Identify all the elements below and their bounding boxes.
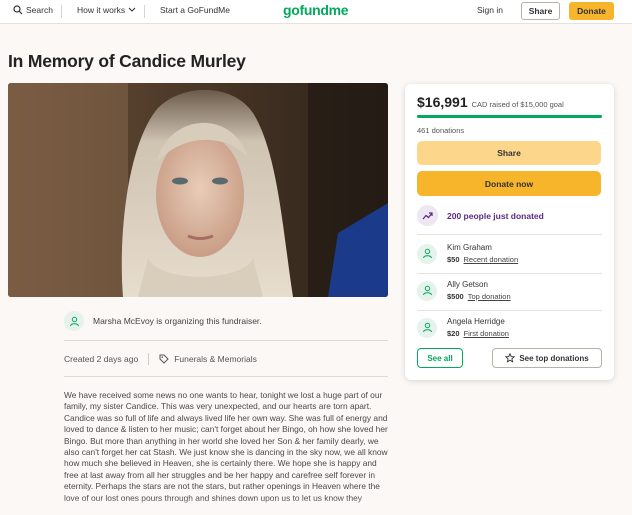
donations-count: 461 donations	[417, 126, 465, 135]
donor-icon	[417, 317, 437, 338]
goal-text: CAD raised of $15,000 goal	[471, 100, 564, 109]
donor-icon	[417, 243, 437, 264]
donor-item: Kim Graham $50 Recent donation	[417, 243, 518, 264]
campaign-meta: Created 2 days ago Funerals & Memorials	[64, 353, 257, 365]
donor-item: Angela Herridge $20 First donation	[417, 317, 509, 338]
divider	[417, 310, 602, 311]
category-link[interactable]: Funerals & Memorials	[159, 354, 257, 364]
how-it-works-label: How it works	[77, 5, 126, 15]
chevron-down-icon	[128, 7, 136, 12]
donor-tag[interactable]: Recent donation	[464, 255, 519, 264]
organizer-text: Marsha McEvoy is organizing this fundrai…	[93, 316, 262, 326]
search-link[interactable]: Search	[13, 5, 53, 15]
donation-card: $16,991 CAD raised of $15,000 goal 461 d…	[405, 84, 614, 380]
nav-share-button[interactable]: Share	[521, 2, 560, 20]
category-label: Funerals & Memorials	[174, 354, 257, 364]
how-it-works-menu[interactable]: How it works	[77, 5, 136, 15]
divider	[64, 340, 388, 341]
story-fade	[0, 498, 632, 515]
trending-up-icon	[417, 205, 438, 226]
donor-amount: $50	[447, 255, 460, 264]
see-top-label: See top donations	[519, 353, 589, 363]
gofundme-logo[interactable]: gofundme	[283, 2, 349, 18]
trending-text: 200 people just donated	[447, 210, 544, 221]
campaign-story: We have received some news no one wants …	[64, 390, 388, 503]
donor-tag[interactable]: First donation	[464, 329, 509, 338]
donor-amount: $500	[447, 292, 464, 301]
share-button[interactable]: Share	[417, 141, 601, 165]
sign-in-link[interactable]: Sign in	[477, 5, 503, 15]
progress-fill	[417, 115, 602, 118]
nav-divider	[61, 5, 62, 18]
sign-in-label: Sign in	[477, 5, 503, 15]
tag-icon	[159, 354, 169, 364]
organizer-icon	[64, 311, 84, 331]
donor-name: Ally Getson	[447, 280, 488, 289]
donor-item: Ally Getson $500 Top donation	[417, 280, 511, 301]
donor-icon	[417, 280, 437, 301]
raised-summary: $16,991 CAD raised of $15,000 goal	[417, 94, 564, 110]
page-title: In Memory of Candice Murley	[8, 51, 246, 71]
donor-amount: $20	[447, 329, 460, 338]
progress-bar	[417, 115, 602, 118]
trending-row: 200 people just donated	[417, 205, 544, 226]
divider	[417, 273, 602, 274]
divider	[417, 234, 602, 235]
nav-divider	[144, 5, 145, 18]
nav-donate-button[interactable]: Donate	[569, 2, 614, 20]
meta-divider	[148, 353, 150, 365]
start-label: Start a GoFundMe	[160, 5, 230, 15]
top-nav: Search How it works Start a GoFundMe gof…	[0, 0, 632, 24]
created-date: Created 2 days ago	[64, 354, 139, 364]
donor-name: Kim Graham	[447, 243, 492, 252]
divider	[64, 376, 388, 377]
see-all-button[interactable]: See all	[417, 348, 463, 368]
donor-tag[interactable]: Top donation	[468, 292, 511, 301]
raised-amount: $16,991	[417, 94, 468, 110]
see-top-donations-button[interactable]: See top donations	[492, 348, 602, 368]
search-label: Search	[26, 5, 53, 15]
donor-name: Angela Herridge	[447, 317, 505, 326]
organizer-row: Marsha McEvoy is organizing this fundrai…	[64, 311, 262, 331]
star-icon	[505, 353, 516, 363]
donate-now-button[interactable]: Donate now	[417, 171, 601, 196]
start-gofundme-link[interactable]: Start a GoFundMe	[160, 5, 230, 15]
campaign-photo	[8, 83, 388, 297]
search-icon	[13, 5, 23, 15]
